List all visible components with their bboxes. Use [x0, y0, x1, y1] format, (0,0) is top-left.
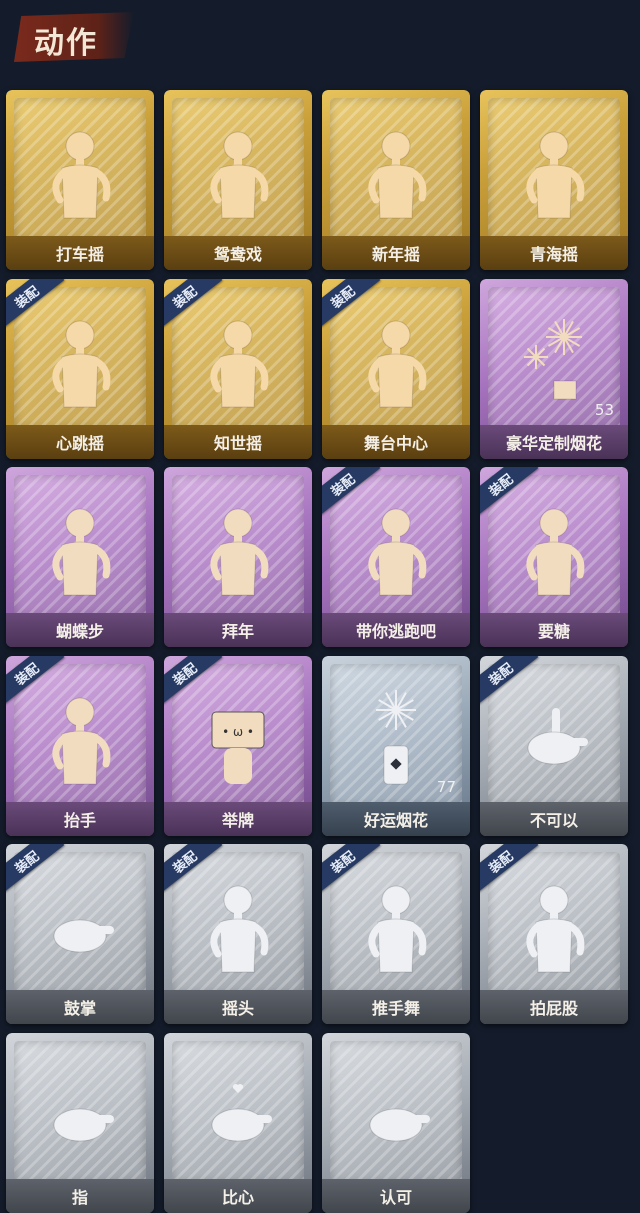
card-label-bar: 要糖: [480, 613, 628, 647]
dance-figure-icon: [356, 309, 436, 419]
svg-text:• ω •: • ω •: [222, 725, 254, 739]
dance-figure-icon: [198, 309, 278, 419]
figure-icon: [198, 874, 278, 984]
emote-card[interactable]: 要糖 装配: [480, 467, 628, 647]
heart-hand-icon: [198, 1063, 278, 1173]
emote-card[interactable]: 拜年: [164, 467, 312, 647]
emote-card[interactable]: 77 好运烟花: [322, 656, 470, 836]
emote-name: 抬手: [63, 811, 96, 830]
emote-name: 青海摇: [529, 245, 578, 264]
bow-figure-icon: [198, 497, 278, 607]
thumbs-up-icon: [356, 1063, 436, 1173]
card-label-bar: 认可: [322, 1179, 470, 1213]
card-label-bar: 舞台中心: [322, 425, 470, 459]
emote-card[interactable]: 打车摇: [6, 90, 154, 270]
card-label-bar: 抬手: [6, 802, 154, 836]
dance-figure-icon: [40, 309, 120, 419]
card-label-bar: 好运烟花: [322, 802, 470, 836]
sign-figure-icon: • ω •: [198, 686, 278, 796]
emote-card[interactable]: 青海摇: [480, 90, 628, 270]
card-label-bar: 新年摇: [322, 236, 470, 270]
card-label-bar: 不可以: [480, 802, 628, 836]
emote-card[interactable]: 认可: [322, 1033, 470, 1213]
card-label-bar: 心跳摇: [6, 425, 154, 459]
point-hand-icon: [40, 1063, 120, 1173]
item-count: 77: [436, 778, 456, 796]
dance-figure-icon: [356, 120, 436, 230]
figure-icon: [514, 497, 594, 607]
emote-card[interactable]: 推手舞 装配: [322, 844, 470, 1024]
emote-name: 摇头: [221, 999, 254, 1018]
card-label-bar: 拜年: [164, 613, 312, 647]
card-label-bar: 拍屁股: [480, 990, 628, 1024]
item-count: 53: [594, 401, 614, 419]
figure-icon: [514, 874, 594, 984]
fireworks-icon: [514, 309, 594, 419]
emote-card[interactable]: 蝴蝶步: [6, 467, 154, 647]
card-label-bar: 摇头: [164, 990, 312, 1024]
emote-card[interactable]: 拍屁股 装配: [480, 844, 628, 1024]
card-label-bar: 蝴蝶步: [6, 613, 154, 647]
emote-name: 要糖: [537, 622, 570, 641]
finger-wag-icon: [514, 686, 594, 796]
emote-name: 新年摇: [371, 245, 420, 264]
emote-name: 鼓掌: [63, 999, 96, 1018]
emote-name: 拜年: [221, 622, 254, 641]
emote-card[interactable]: 比心: [164, 1033, 312, 1213]
card-label-bar: 推手舞: [322, 990, 470, 1024]
dance-figure-icon: [514, 120, 594, 230]
emote-card[interactable]: • ω • 举牌 装配: [164, 656, 312, 836]
card-label-bar: 知世摇: [164, 425, 312, 459]
dance-figure-icon: [40, 120, 120, 230]
card-label-bar: 青海摇: [480, 236, 628, 270]
emote-name: 打车摇: [55, 245, 104, 264]
dance-figure-icon: [198, 120, 278, 230]
emote-card[interactable]: 知世摇 装配: [164, 279, 312, 459]
emote-name: 举牌: [221, 811, 254, 830]
emote-name: 带你逃跑吧: [355, 622, 436, 641]
card-label-bar: 鼓掌: [6, 990, 154, 1024]
card-label-bar: 指: [6, 1179, 154, 1213]
firecracker-icon: [356, 686, 436, 796]
emote-card[interactable]: 53 豪华定制烟花: [480, 279, 628, 459]
card-label-bar: 带你逃跑吧: [322, 613, 470, 647]
emote-name: 认可: [379, 1188, 412, 1207]
clap-hands-icon: [40, 874, 120, 984]
emote-name: 豪华定制烟花: [505, 434, 602, 453]
emote-name: 推手舞: [371, 999, 420, 1018]
emote-card[interactable]: 新年摇: [322, 90, 470, 270]
figure-icon: [40, 686, 120, 796]
emote-name: 好运烟花: [363, 811, 428, 830]
emote-card[interactable]: 指: [6, 1033, 154, 1213]
figure-icon: [356, 874, 436, 984]
emote-name: 知世摇: [213, 434, 262, 453]
page-title: 动作: [34, 26, 98, 61]
card-label-bar: 打车摇: [6, 236, 154, 270]
emote-card[interactable]: 抬手 装配: [6, 656, 154, 836]
emote-card[interactable]: 鸳鸯戏: [164, 90, 312, 270]
emote-card[interactable]: 带你逃跑吧 装配: [322, 467, 470, 647]
emote-name: 比心: [221, 1188, 254, 1207]
emote-card[interactable]: 摇头 装配: [164, 844, 312, 1024]
emote-card[interactable]: 心跳摇 装配: [6, 279, 154, 459]
emote-card[interactable]: 不可以 装配: [480, 656, 628, 836]
emote-name: 心跳摇: [55, 434, 104, 453]
emote-name: 不可以: [529, 811, 578, 830]
card-label-bar: 比心: [164, 1179, 312, 1213]
card-label-bar: 豪华定制烟花: [480, 425, 628, 459]
dance-figure-icon: [40, 497, 120, 607]
emote-name: 蝴蝶步: [55, 622, 104, 641]
emote-name: 舞台中心: [363, 434, 428, 453]
emote-name: 鸳鸯戏: [213, 245, 262, 264]
card-label-bar: 举牌: [164, 802, 312, 836]
card-label-bar: 鸳鸯戏: [164, 236, 312, 270]
emote-name: 拍屁股: [529, 999, 578, 1018]
dance-figure-icon: [356, 497, 436, 607]
emote-name: 指: [71, 1188, 88, 1207]
emote-card[interactable]: 鼓掌 装配: [6, 844, 154, 1024]
emote-card[interactable]: 舞台中心 装配: [322, 279, 470, 459]
